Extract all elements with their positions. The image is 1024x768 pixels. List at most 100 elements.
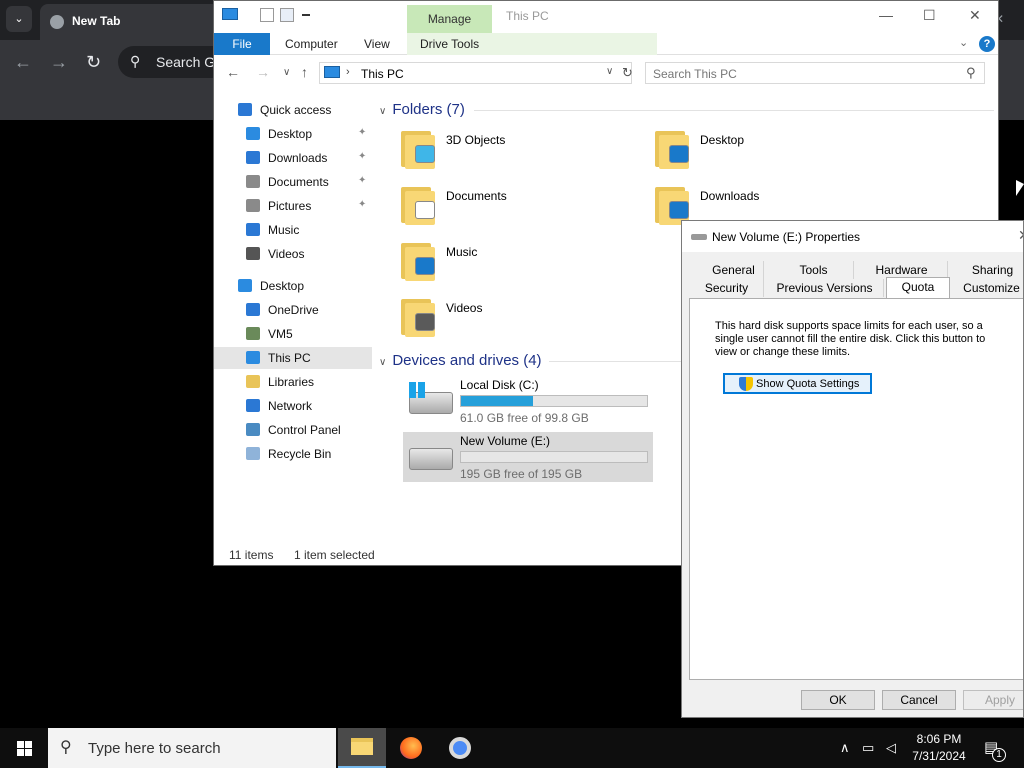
- nav-item-control-panel[interactable]: Control Panel: [214, 419, 372, 441]
- tab-previous-versions[interactable]: Previous Versions: [766, 279, 884, 297]
- tab-security[interactable]: Security: [690, 279, 764, 297]
- dialog-titlebar: New Volume (E:) Properties ✕: [682, 221, 1023, 252]
- tab-tools[interactable]: Tools: [774, 261, 854, 279]
- nav-item-documents[interactable]: Documents ✦: [214, 171, 372, 193]
- nav-item-label: Downloads: [268, 151, 328, 165]
- apply-button[interactable]: Apply: [963, 690, 1023, 710]
- cancel-button[interactable]: Cancel: [882, 690, 956, 710]
- chrome-back-icon[interactable]: ←: [14, 52, 32, 73]
- tab-quota[interactable]: Quota: [886, 277, 950, 298]
- chrome-search-icon: ⚲: [130, 53, 141, 69]
- nav-item-libraries[interactable]: Libraries: [214, 371, 372, 393]
- windows-logo-part: [25, 741, 32, 748]
- properties-dialog: New Volume (E:) Properties ✕ General Tool…: [681, 220, 1024, 718]
- tab-computer[interactable]: Computer: [285, 33, 338, 55]
- ok-button[interactable]: OK: [801, 690, 875, 710]
- pin-icon[interactable]: ✦: [358, 151, 366, 162]
- address-bar[interactable]: › This PC ∨ ↻: [319, 62, 633, 84]
- taskbar-file-explorer[interactable]: [338, 728, 386, 768]
- uac-shield-icon: [739, 377, 753, 391]
- taskbar-chrome[interactable]: [436, 728, 484, 768]
- nav-item-pictures[interactable]: Pictures ✦: [214, 195, 372, 217]
- maximize-icon[interactable]: ☐: [923, 7, 936, 24]
- dialog-close-icon[interactable]: ✕: [1018, 227, 1023, 244]
- folders-group-header[interactable]: ∨ Folders (7): [379, 101, 465, 118]
- breadcrumb-separator-icon[interactable]: ›: [346, 66, 350, 78]
- chrome-tab-favicon-icon: [50, 15, 64, 29]
- back-arrow-icon[interactable]: ←: [226, 64, 240, 80]
- firefox-icon: [400, 737, 422, 759]
- folder-item[interactable]: Music: [379, 239, 629, 291]
- nav-item-this-pc[interactable]: This PC: [214, 347, 372, 369]
- folder-item[interactable]: 3D Objects: [379, 127, 629, 179]
- network-icon[interactable]: ▭: [862, 740, 874, 756]
- manage-contextual-tab[interactable]: Manage: [407, 5, 492, 33]
- tab-general[interactable]: General: [704, 261, 764, 279]
- collapse-chevron-icon[interactable]: ∨: [379, 357, 386, 368]
- new-folder-icon[interactable]: [280, 8, 294, 22]
- nav-item-downloads[interactable]: Downloads ✦: [214, 147, 372, 169]
- start-button[interactable]: [0, 728, 48, 768]
- hard-drive-icon: [409, 448, 453, 470]
- address-dropdown-icon[interactable]: ∨: [606, 66, 613, 77]
- nav-item-quick-access[interactable]: Quick access: [214, 99, 372, 121]
- nav-item-videos[interactable]: Videos: [214, 243, 372, 265]
- folder-item[interactable]: Documents: [379, 183, 629, 235]
- network-icon: [246, 399, 260, 412]
- folder-item[interactable]: Desktop: [633, 127, 883, 179]
- help-icon[interactable]: ?: [979, 36, 995, 52]
- tab-file[interactable]: File: [214, 33, 270, 55]
- show-quota-settings-button[interactable]: Show Quota Settings: [723, 373, 872, 394]
- nav-item-desktop[interactable]: Desktop ✦: [214, 123, 372, 145]
- user-icon: [246, 327, 260, 340]
- nav-item-recycle-bin[interactable]: Recycle Bin: [214, 443, 372, 465]
- chrome-reload-icon[interactable]: ↻: [86, 52, 101, 73]
- nav-item-desktop[interactable]: Desktop: [214, 275, 372, 297]
- chrome-icon: [449, 737, 471, 759]
- search-box[interactable]: Search This PC ⚲: [645, 62, 985, 84]
- tab-drive-tools[interactable]: Drive Tools: [407, 33, 657, 55]
- libraries-icon: [246, 375, 260, 388]
- chrome-tab-new-tab[interactable]: New Tab: [40, 4, 220, 40]
- minimize-icon[interactable]: —: [879, 7, 893, 23]
- refresh-icon[interactable]: ↻: [622, 65, 633, 81]
- nav-item-onedrive[interactable]: OneDrive: [214, 299, 372, 321]
- drives-group-header[interactable]: ∨ Devices and drives (4): [379, 352, 542, 369]
- desktop-icon: [238, 279, 252, 292]
- properties-icon[interactable]: [260, 8, 274, 22]
- folder-item[interactable]: Videos: [379, 295, 629, 347]
- taskbar-search-icon: ⚲: [60, 739, 72, 756]
- taskbar-firefox[interactable]: [387, 728, 435, 768]
- forward-arrow-icon[interactable]: →: [256, 64, 270, 80]
- ribbon-collapse-icon[interactable]: ⌄: [959, 36, 968, 49]
- recent-locations-icon[interactable]: ∨: [283, 67, 290, 78]
- close-icon[interactable]: ✕: [969, 7, 981, 24]
- tab-view[interactable]: View: [364, 33, 390, 55]
- drive-usage-bar: [460, 395, 648, 407]
- taskbar-search-box[interactable]: ⚲ Type here to search: [48, 728, 336, 768]
- nav-item-label: Documents: [268, 175, 329, 189]
- drive-item[interactable]: New Volume (E:) 195 GB free of 195 GB: [403, 432, 653, 482]
- pin-icon[interactable]: ✦: [358, 175, 366, 186]
- drive-item[interactable]: Local Disk (C:) 61.0 GB free of 99.8 GB: [403, 376, 653, 426]
- nav-item-network[interactable]: Network: [214, 395, 372, 417]
- up-arrow-icon[interactable]: ↑: [301, 64, 308, 80]
- quick-access-toolbar: [222, 8, 312, 26]
- chrome-tab-title: New Tab: [72, 14, 121, 28]
- pin-icon[interactable]: ✦: [358, 127, 366, 138]
- download-arrow-icon: [246, 151, 260, 164]
- volume-muted-icon[interactable]: ◁: [886, 740, 896, 756]
- tab-search-dropdown-button[interactable]: ⌄: [6, 6, 32, 32]
- customize-qat-icon[interactable]: [302, 14, 310, 22]
- folder-overlay-icon: [415, 145, 435, 163]
- tab-sharing[interactable]: Sharing: [948, 261, 1023, 279]
- nav-item-vm5[interactable]: VM5: [214, 323, 372, 345]
- chrome-forward-icon[interactable]: →: [50, 52, 68, 73]
- tab-customize[interactable]: Customize: [952, 279, 1023, 297]
- collapse-chevron-icon[interactable]: ∨: [379, 106, 386, 117]
- nav-item-music[interactable]: Music: [214, 219, 372, 241]
- breadcrumb-this-pc[interactable]: This PC: [361, 67, 404, 81]
- show-hidden-icons-icon[interactable]: ∧: [840, 740, 850, 756]
- clock[interactable]: 8:06 PM 7/31/2024: [906, 731, 972, 765]
- pin-icon[interactable]: ✦: [358, 199, 366, 210]
